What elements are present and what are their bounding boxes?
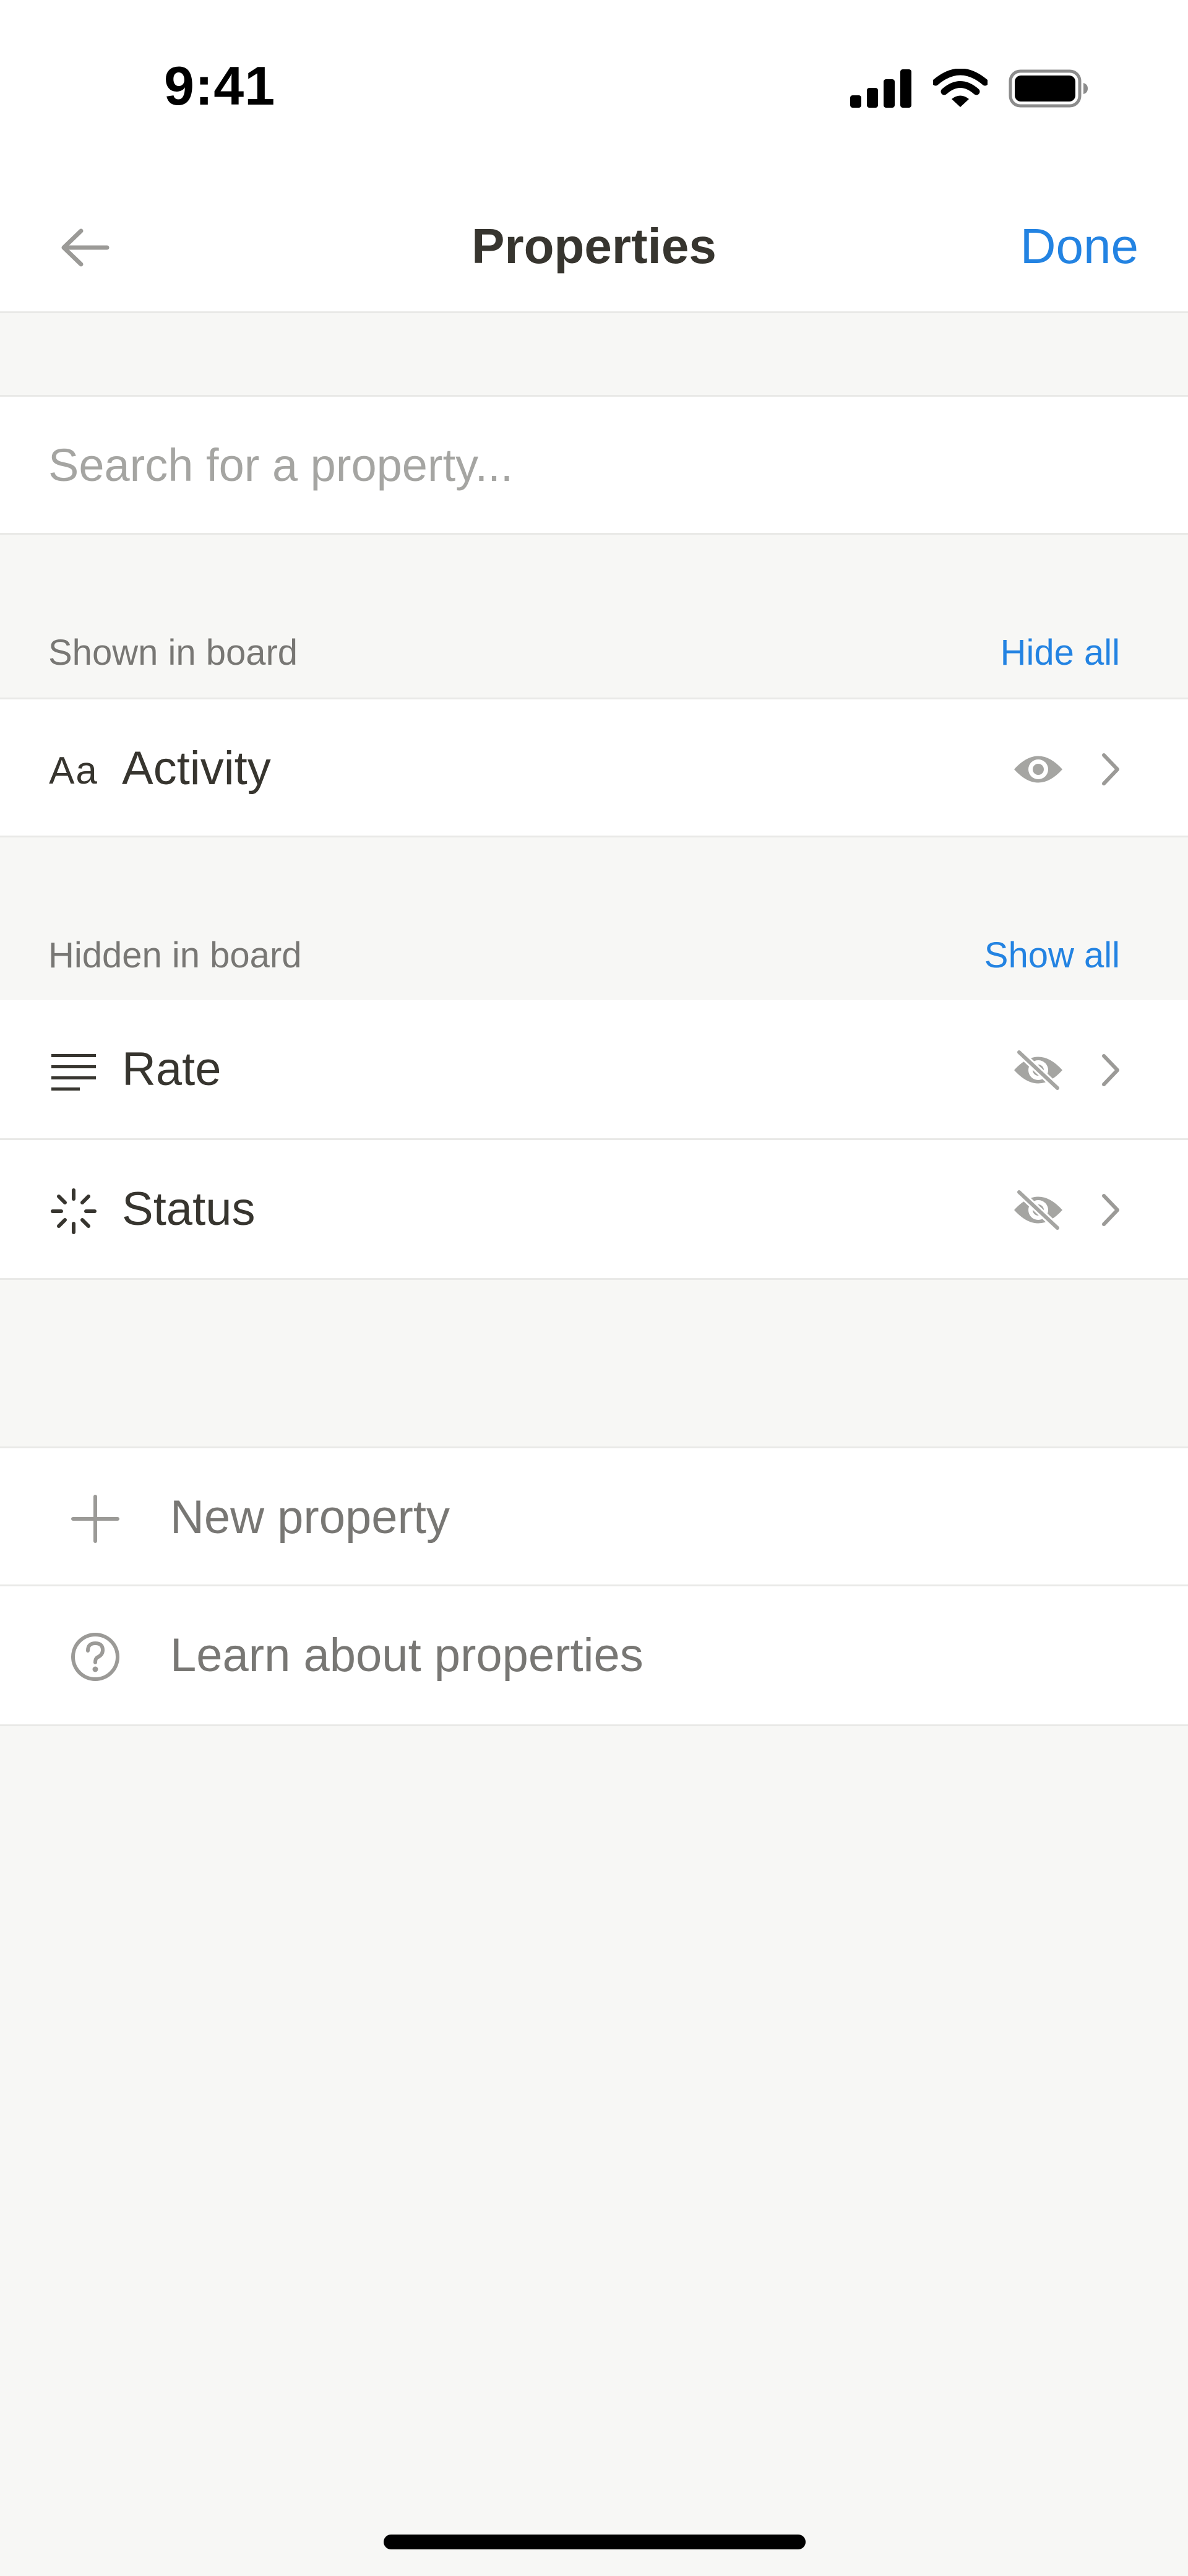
property-row-status[interactable]: Status [0,1140,1188,1280]
hidden-section-label: Hidden in board [48,935,302,975]
lines-icon-svg [51,1054,96,1091]
status-bar: 9:41 [0,0,1188,173]
new-property-label: New property [170,1491,450,1544]
status-icons [850,67,1089,110]
property-row-rate[interactable]: Rate [0,1000,1188,1140]
status-spinner-icon-svg [51,1188,97,1234]
eye-slash-icon[interactable] [1010,1048,1066,1092]
eye-icon[interactable] [1010,748,1066,791]
eye-slash-icon[interactable] [1010,1188,1066,1232]
top-spacer [0,313,1188,395]
learn-about-properties-label: Learn about properties [170,1629,644,1682]
learn-about-properties-link[interactable]: Learn about properties [0,1586,1188,1726]
plus-icon-svg [71,1495,119,1543]
home-indicator[interactable] [384,2535,806,2549]
text-type-icon: Aa [46,743,101,798]
page-title: Properties [471,218,717,274]
hide-all-button[interactable]: Hide all [1001,632,1120,673]
chevron-right-icon [1102,753,1119,785]
plus-icon [67,1490,124,1547]
question-circle-icon [67,1628,124,1685]
text-type-icon-glyph: Aa [49,749,98,792]
shown-section-header: Shown in board Hide all [0,621,1188,683]
show-all-button[interactable]: Show all [984,935,1120,976]
shown-section-label: Shown in board [48,633,298,673]
status-spinner-icon [46,1183,101,1239]
search-row [0,395,1188,535]
battery-icon [1009,69,1088,108]
done-button[interactable]: Done [1020,218,1138,275]
property-row-activity[interactable]: Aa Activity [0,698,1188,837]
lines-icon [46,1044,101,1099]
status-time: 9:41 [164,55,276,116]
cellular-signal-icon [850,69,911,108]
property-label: Activity [122,742,271,795]
property-label: Rate [122,1043,222,1096]
wifi-icon [933,69,988,107]
search-input[interactable] [48,431,1137,499]
property-label: Status [122,1183,256,1235]
hidden-section-header: Hidden in board Show all [0,923,1188,985]
new-property-button[interactable]: New property [0,1446,1188,1586]
chevron-right-icon [1102,1054,1119,1086]
chevron-right-icon [1102,1194,1119,1226]
question-circle-icon-svg [71,1633,119,1681]
navigation-bar: Properties Done [0,173,1188,313]
